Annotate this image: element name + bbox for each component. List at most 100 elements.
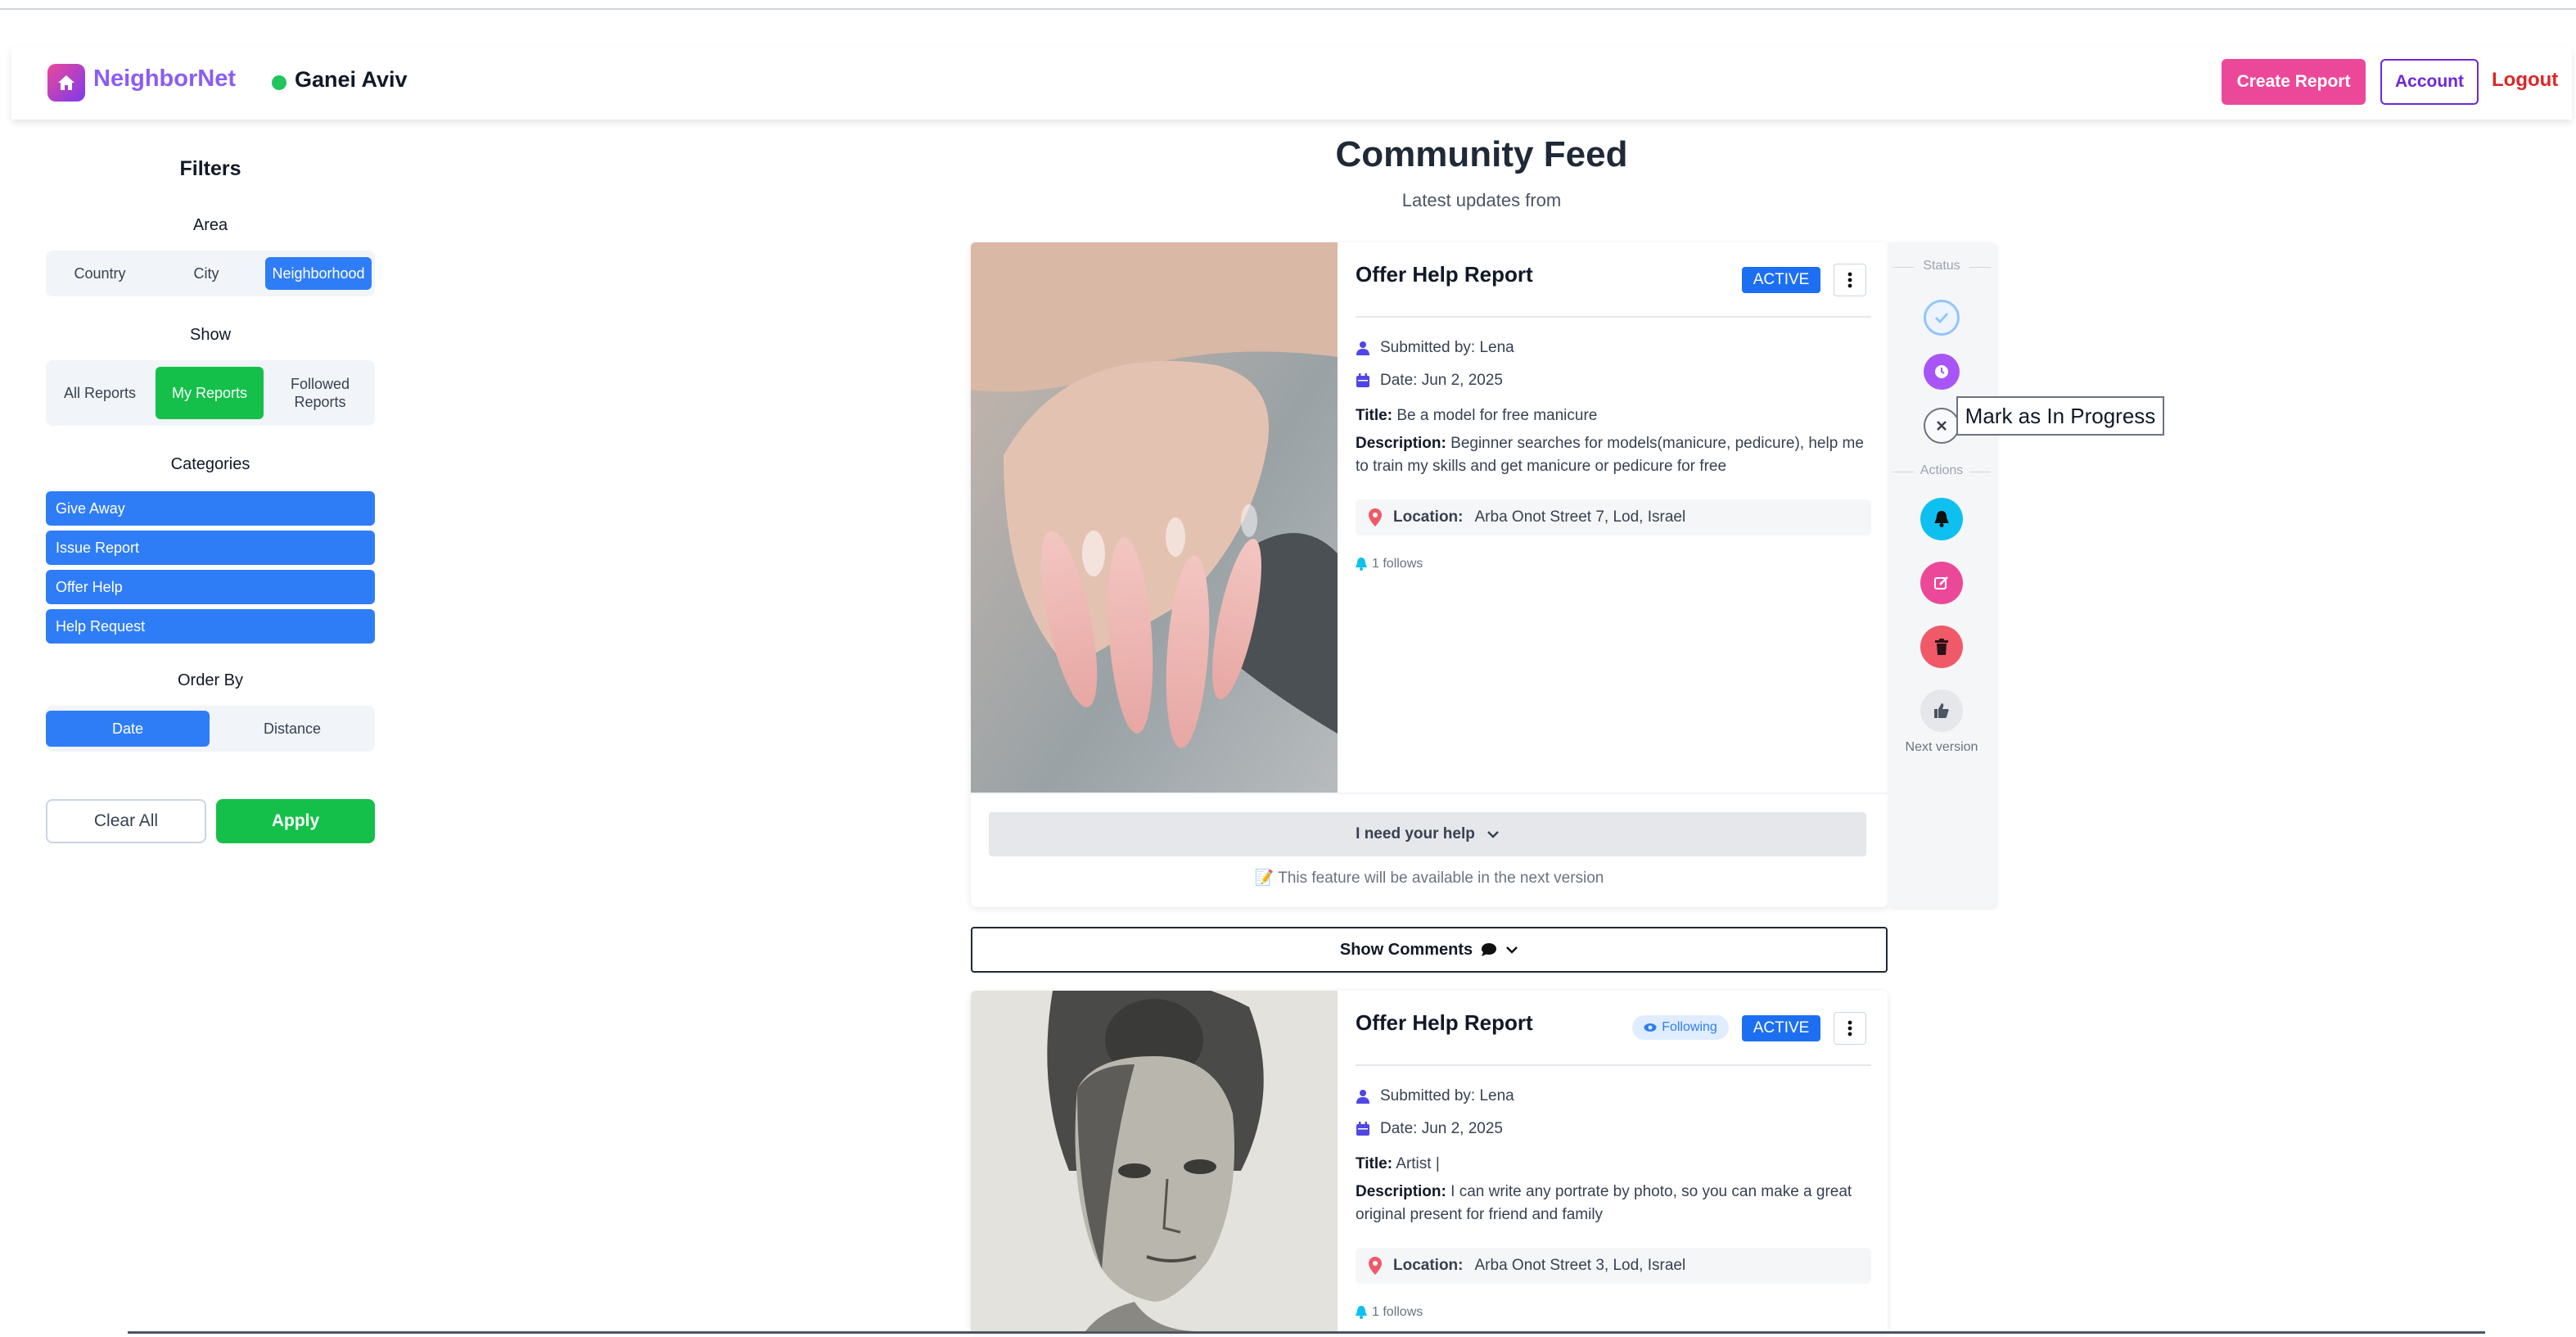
submitted-by-text: Submitted by: Lena [1380,1087,1514,1104]
current-location: Ganei Aviv [295,67,408,92]
home-icon[interactable] [47,64,85,102]
status-badge: ACTIVE [1742,1015,1820,1041]
close-icon[interactable] [1924,408,1960,444]
date-row: Date: Jun 2, 2025 [1356,1120,1503,1138]
categories-label: Categories [170,455,250,473]
need-help-label: I need your help [1356,825,1475,842]
clock-icon[interactable] [1924,354,1960,390]
page-title: Community Feed [1335,134,1628,174]
show-comments-label: Show Comments [1339,940,1473,959]
report-image-manicure [971,242,1338,793]
date-row: Date: Jun 2, 2025 [1356,372,1503,390]
area-country-option[interactable]: Country [49,254,151,293]
area-neighborhood-option[interactable]: Neighborhood [265,257,372,290]
page-subtitle: Latest updates from [1401,190,1562,210]
need-help-button[interactable]: I need your help [989,812,1866,856]
more-options-icon[interactable] [1834,1012,1866,1045]
user-icon [1356,341,1369,355]
comment-icon [1482,943,1497,956]
clear-all-button[interactable]: Clear All [46,799,206,843]
status-badge: ACTIVE [1742,267,1820,293]
report-title-text: Be a model for free manicure [1396,407,1598,424]
order-by-label: Order By [177,671,244,689]
card-footer-divider [971,793,1888,794]
description-label: Description: [1356,1183,1446,1200]
user-icon [1356,1090,1369,1104]
edit-icon[interactable] [1920,562,1963,604]
bell-icon[interactable] [1920,498,1963,540]
status-tooltip: Mark as In Progress [1956,396,2164,436]
feature-note: 📝 This feature will be available in the … [1254,870,1604,887]
brand-name[interactable]: NeighborNet [93,65,236,93]
submitted-by-row: Submitted by: Lena [1356,1087,1514,1105]
show-segment: All Reports My Reports Followed Reports [46,360,375,426]
follows-text: 1 follows [1372,1305,1423,1319]
status-label: Status [1923,259,1960,273]
filters-title: Filters [179,157,241,180]
show-all-reports-option[interactable]: All Reports [49,364,151,422]
card-divider [1356,1064,1871,1066]
date-text: Date: Jun 2, 2025 [1380,372,1503,389]
area-city-option[interactable]: City [156,254,257,293]
report-image-portrait [971,991,1338,1331]
map-pin-icon [1369,508,1382,526]
order-distance-option[interactable]: Distance [213,711,372,747]
show-my-reports-option[interactable]: My Reports [156,367,264,419]
map-pin-icon [1369,1257,1382,1275]
chevron-down-icon [1487,831,1499,838]
title-label: Title: [1356,1155,1393,1172]
online-status-dot [272,75,286,90]
location-label: Location: [1393,508,1464,526]
report-side-panel: Status Actions Next version [1888,242,1996,907]
show-followed-reports-option[interactable]: Followed Reports [268,364,372,422]
submitted-by-text: Submitted by: Lena [1380,339,1514,356]
bell-icon [1356,1306,1367,1319]
area-segment: Country City Neighborhood [46,251,375,296]
report-card-title: Offer Help Report [1356,262,1533,287]
following-text: Following [1662,1020,1717,1034]
follows-count: 1 follows [1356,1305,1423,1320]
category-give-away[interactable]: Give Away [46,491,375,526]
category-help-request[interactable]: Help Request [46,609,375,644]
description-row: Description: I can write any portrate by… [1356,1181,1871,1226]
report-card: Offer Help Report Following ACTIVE Submi… [971,991,1888,1331]
eye-icon [1644,1023,1657,1032]
order-date-option[interactable]: Date [46,711,210,747]
top-border [0,8,2576,10]
next-version-label: Next version [1905,740,1978,754]
mark-active-status-icon[interactable] [1924,300,1960,336]
account-button[interactable]: Account [2380,59,2479,105]
report-title-row: Title: Artist | [1356,1153,1871,1176]
apply-button[interactable]: Apply [216,799,375,843]
location-text: Arba Onot Street 3, Lod, Israel [1474,1257,1686,1274]
date-text: Date: Jun 2, 2025 [1380,1120,1503,1137]
thumbs-up-icon[interactable] [1920,689,1963,732]
title-label: Title: [1356,407,1393,424]
follows-text: 1 follows [1372,557,1423,571]
calendar-icon [1356,1122,1369,1136]
bell-icon [1356,558,1367,571]
report-card: Offer Help Report ACTIVE Submitted by: L… [971,242,1888,907]
create-report-button[interactable]: Create Report [2222,59,2366,105]
location-box: Location: Arba Onot Street 7, Lod, Israe… [1356,499,1871,535]
calendar-icon [1356,373,1369,387]
order-by-segment: Date Distance [46,706,375,752]
report-title-text: Artist | [1396,1155,1440,1172]
submitted-by-row: Submitted by: Lena [1356,339,1514,357]
show-label: Show [189,326,232,344]
bottom-border [128,1331,2485,1334]
description-label: Description: [1356,435,1446,452]
category-issue-report[interactable]: Issue Report [46,531,375,565]
location-text: Arba Onot Street 7, Lod, Israel [1474,508,1686,526]
follows-count: 1 follows [1356,557,1423,571]
logout-button[interactable]: Logout [2492,69,2558,92]
more-options-icon[interactable] [1834,264,1866,296]
category-offer-help[interactable]: Offer Help [46,570,375,604]
report-card-title: Offer Help Report [1356,1010,1533,1035]
area-label: Area [192,216,228,234]
actions-label: Actions [1920,463,1964,477]
status-rule-right [1969,267,1991,268]
chevron-down-icon [1506,946,1518,954]
trash-icon[interactable] [1920,626,1963,668]
show-comments-button[interactable]: Show Comments [971,927,1888,973]
